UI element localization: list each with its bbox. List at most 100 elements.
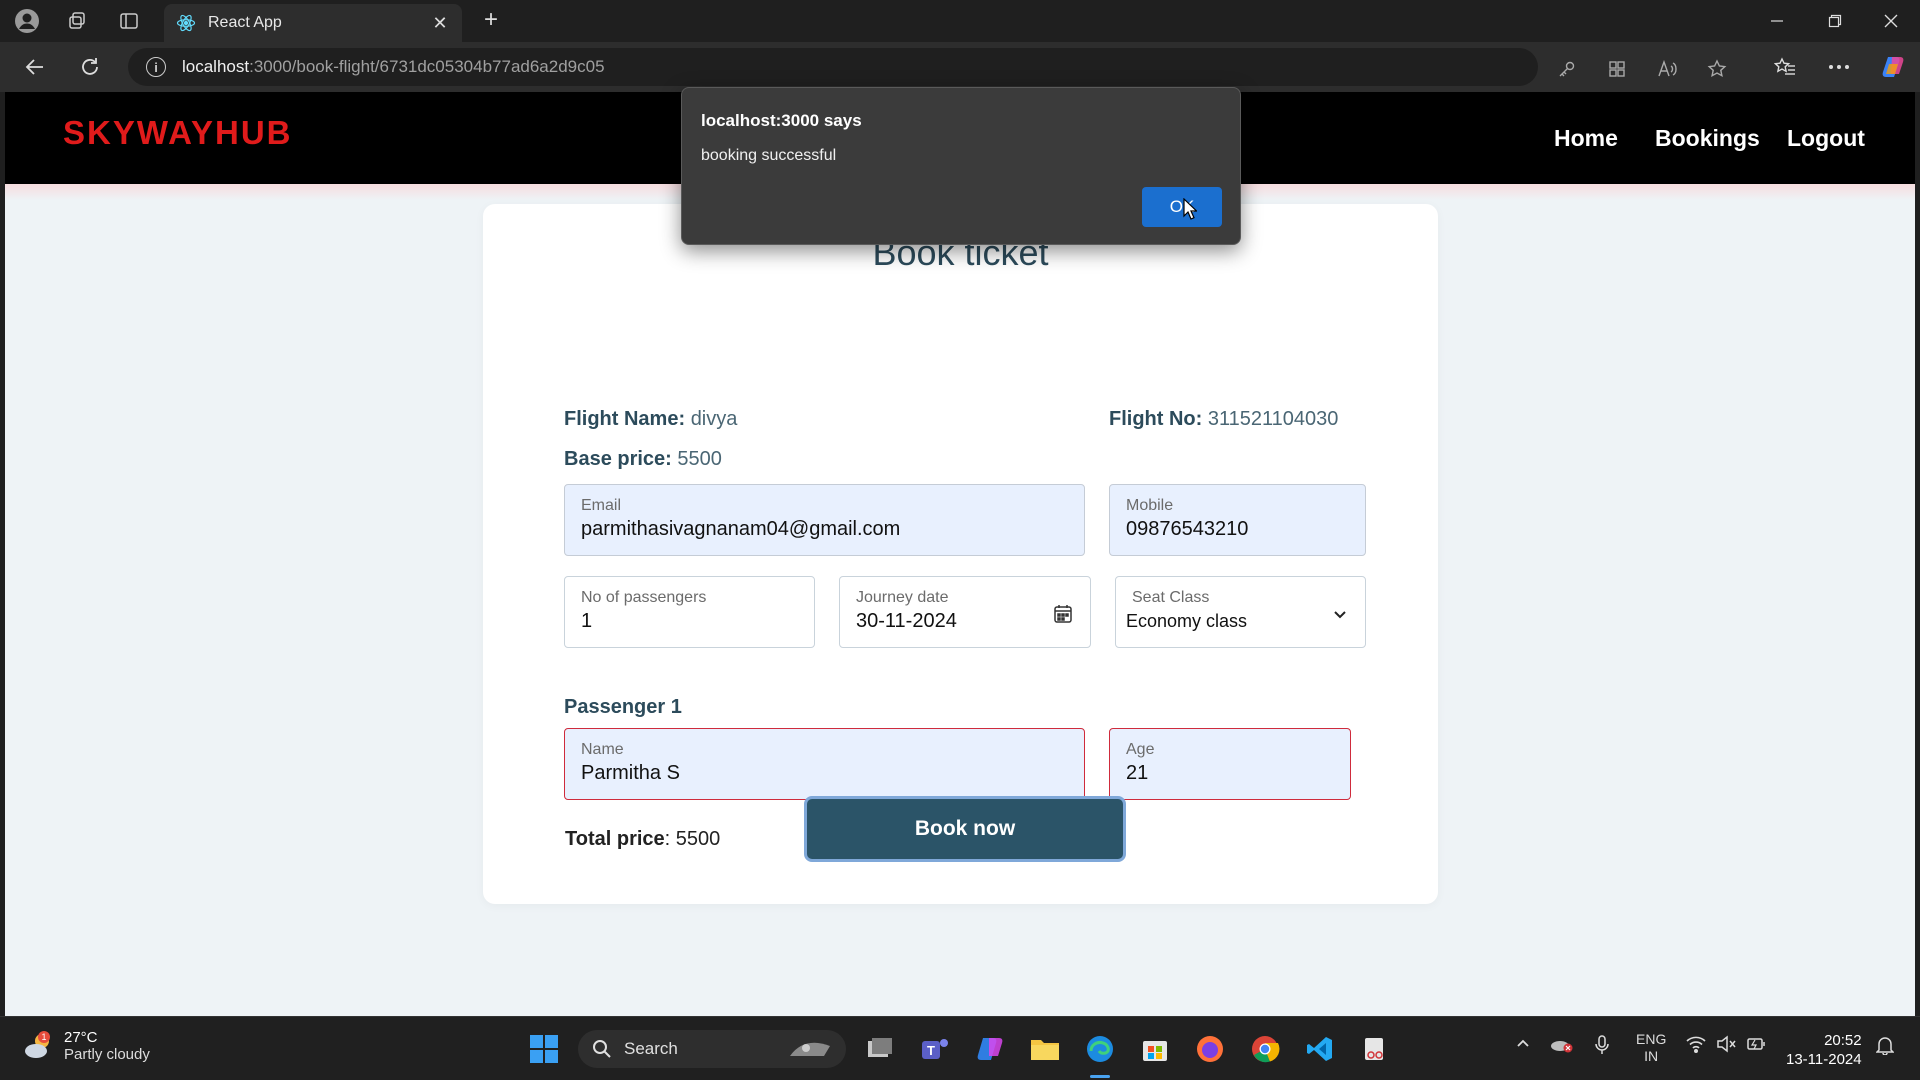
total-price: Total price: 5500: [565, 828, 720, 851]
address-toolbar: i localhost:3000/book-flight/6731dc05304…: [0, 42, 1920, 92]
base-price-label: Base price:: [564, 448, 672, 470]
flight-no: Flight No: 311521104030: [1109, 408, 1338, 431]
email-value: parmithasivagnanam04@gmail.com: [581, 518, 901, 540]
dialog-message: booking successful: [701, 147, 837, 164]
profile-icon[interactable]: [14, 8, 40, 34]
flight-name-label: Flight Name:: [564, 408, 686, 430]
volume-muted-icon[interactable]: [1716, 1035, 1736, 1056]
partly-cloudy-icon: 1: [25, 1031, 50, 1058]
weather-description: Partly cloudy: [64, 1046, 150, 1063]
workspaces-icon[interactable]: [64, 8, 90, 34]
restore-button[interactable]: [1806, 0, 1864, 42]
close-tab-icon[interactable]: ✕: [430, 13, 450, 34]
chrome-icon[interactable]: [1247, 1031, 1283, 1067]
dialog-ok-button[interactable]: OK: [1142, 187, 1222, 227]
url-bar[interactable]: i localhost:3000/book-flight/6731dc05304…: [128, 48, 1727, 86]
mobile-value: 09876543210: [1126, 518, 1249, 540]
nav-home[interactable]: Home: [1554, 125, 1618, 152]
flight-name: Flight Name: divya: [564, 408, 737, 431]
passenger-name-field[interactable]: Name Parmitha S: [564, 728, 1085, 800]
battery-icon[interactable]: [1746, 1035, 1766, 1056]
weather-temperature: 27°C: [64, 1029, 98, 1046]
site-info-icon[interactable]: i: [146, 57, 166, 77]
microsoft-store-icon[interactable]: [1137, 1031, 1173, 1067]
search-icon: [593, 1040, 611, 1058]
chevron-down-icon: [1334, 611, 1346, 619]
tab-title: React App: [208, 14, 282, 31]
app-available-icon[interactable]: [1606, 58, 1628, 80]
onedrive-error-icon[interactable]: [1550, 1035, 1574, 1056]
search-placeholder: Search: [624, 1039, 678, 1058]
file-explorer-icon[interactable]: [1027, 1031, 1063, 1067]
language-indicator[interactable]: ENG IN: [1636, 1031, 1666, 1065]
task-view-icon[interactable]: [862, 1031, 898, 1067]
vscode-icon[interactable]: [1302, 1031, 1338, 1067]
seat-class-value: Economy class: [1126, 611, 1248, 631]
flight-no-label: Flight No:: [1109, 408, 1203, 430]
passenger-age-value: 21: [1126, 762, 1149, 784]
book-now-button[interactable]: Book now: [804, 796, 1126, 862]
app-logo[interactable]: SKYWAYHUB: [63, 114, 293, 152]
flight-name-value: divya: [690, 408, 738, 430]
flight-no-value: 311521104030: [1207, 408, 1339, 430]
clock-date: 13-11-2024: [1786, 1051, 1862, 1068]
seat-class-label: Seat Class: [1132, 589, 1210, 606]
show-hidden-icons[interactable]: [1515, 1035, 1531, 1054]
url-path: :3000/book-flight/6731dc05304b77ad6a2d9c…: [249, 57, 605, 76]
nav-bookings[interactable]: Bookings: [1655, 125, 1760, 152]
weather-badge: 1: [41, 1032, 46, 1042]
edge-icon[interactable]: [1082, 1031, 1118, 1067]
favorite-star-icon[interactable]: [1706, 58, 1728, 80]
more-options-icon[interactable]: [1826, 54, 1852, 80]
email-label: Email: [581, 497, 622, 514]
nav-logout[interactable]: Logout: [1787, 125, 1865, 152]
back-button[interactable]: [22, 54, 48, 80]
tab-actions-icon[interactable]: [116, 8, 142, 34]
passengers-field[interactable]: No of passengers 1: [564, 576, 815, 648]
passenger-name-label: Name: [581, 741, 624, 758]
clock-time: 20:52: [1824, 1032, 1862, 1049]
copilot-icon[interactable]: [1880, 54, 1906, 80]
browser-tab-bar: React App ✕ +: [0, 0, 1920, 42]
weather-widget[interactable]: 1 27°C Partly cloudy: [22, 1029, 150, 1063]
active-app-indicator: [1090, 1075, 1110, 1078]
copilot-app-icon[interactable]: [972, 1031, 1008, 1067]
passenger-name-value: Parmitha S: [581, 762, 680, 784]
base-price-value: 5500: [677, 448, 722, 470]
notification-bell-icon[interactable]: [1875, 1035, 1895, 1058]
base-price: Base price: 5500: [564, 448, 722, 471]
mouse-cursor-icon: [1183, 198, 1197, 220]
reload-button[interactable]: [77, 54, 103, 80]
taskbar-search[interactable]: Search: [578, 1030, 846, 1068]
windows-start-icon[interactable]: [526, 1031, 562, 1067]
microphone-icon[interactable]: [1594, 1035, 1610, 1058]
dialog-title: localhost:3000 says: [701, 111, 862, 130]
passenger-age-label: Age: [1126, 741, 1155, 758]
wifi-icon[interactable]: [1686, 1035, 1706, 1056]
email-field[interactable]: Email parmithasivagnanam04@gmail.com: [564, 484, 1085, 556]
mobile-label: Mobile: [1126, 497, 1174, 514]
favorites-icon[interactable]: [1772, 54, 1798, 80]
calendar-icon[interactable]: [1052, 603, 1074, 625]
booking-card: Book ticket Flight Name: divya Flight No…: [483, 204, 1438, 904]
key-icon[interactable]: [1556, 58, 1578, 80]
url-host: localhost: [182, 57, 250, 76]
read-aloud-icon[interactable]: [1656, 58, 1678, 80]
react-icon: [176, 14, 196, 32]
firefox-icon[interactable]: [1192, 1031, 1228, 1067]
journey-date-field[interactable]: Journey date 30-11-2024: [839, 576, 1091, 648]
teams-icon[interactable]: T: [917, 1031, 953, 1067]
new-tab-button[interactable]: +: [478, 8, 504, 34]
mobile-field[interactable]: Mobile 09876543210: [1109, 484, 1366, 556]
seat-class-select[interactable]: Seat Class Economy class: [1115, 576, 1366, 648]
windows-taskbar: 1 27°C Partly cloudy Search T ENG IN 20:…: [0, 1016, 1920, 1080]
browser-tab[interactable]: React App ✕: [164, 4, 462, 42]
passengers-label: No of passengers: [581, 589, 707, 606]
system-clock[interactable]: 20:52 13-11-2024: [1786, 1031, 1862, 1069]
journey-date-label: Journey date: [856, 589, 949, 606]
close-window-button[interactable]: [1862, 0, 1920, 42]
snipping-tool-icon[interactable]: [1357, 1031, 1393, 1067]
minimize-button[interactable]: [1748, 0, 1806, 42]
search-highlight-icon: [790, 1042, 830, 1056]
passenger-age-field[interactable]: Age 21: [1109, 728, 1351, 800]
